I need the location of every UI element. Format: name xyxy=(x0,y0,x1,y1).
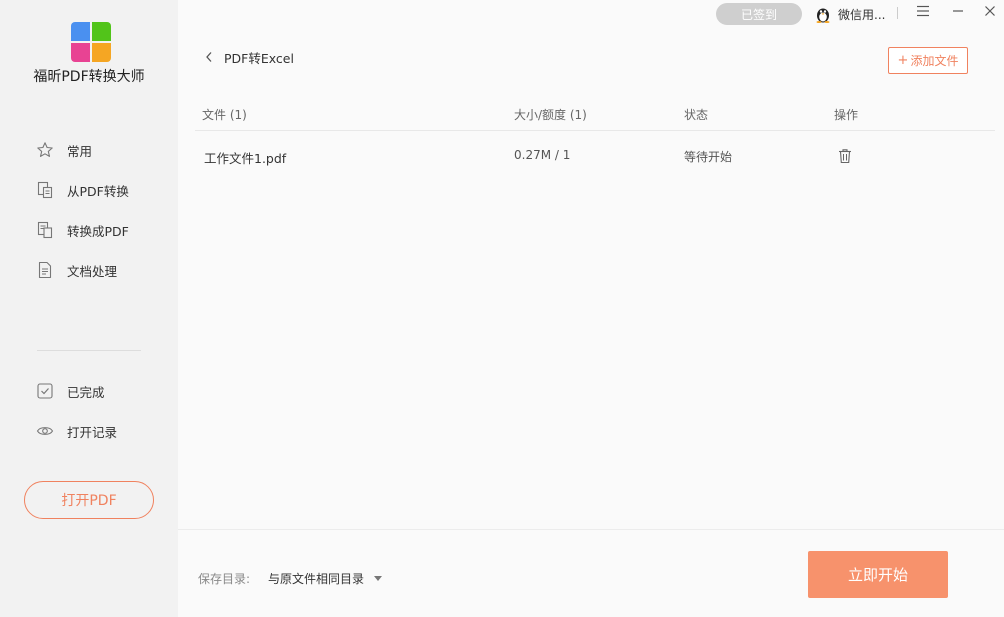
close-icon xyxy=(984,5,996,21)
close-button[interactable] xyxy=(978,2,1002,24)
sidebar-item-common[interactable]: 常用 xyxy=(36,139,92,161)
menu-button[interactable] xyxy=(911,2,935,24)
sidebar-item-from-pdf[interactable]: 从PDF转换 xyxy=(36,179,129,201)
user-account[interactable]: 微信用... xyxy=(814,3,885,25)
file-size: 0.27M / 1 xyxy=(514,148,571,162)
back-button[interactable]: PDF转Excel xyxy=(204,48,294,66)
sidebar-item-completed[interactable]: 已完成 xyxy=(36,380,105,402)
sidebar-item-label: 常用 xyxy=(67,143,93,159)
checkin-button[interactable]: 已签到 xyxy=(716,3,802,25)
save-directory-label: 保存目录: xyxy=(198,572,251,586)
column-header-size: 大小/额度 (1) xyxy=(514,108,587,122)
sidebar: 福昕PDF转换大师 常用 从PDF转换 转换成PDF 文档处理 已完成 打开记录… xyxy=(0,0,178,617)
sidebar-item-label: 已完成 xyxy=(67,384,105,400)
minimize-button[interactable] xyxy=(946,2,970,24)
app-logo xyxy=(71,22,111,62)
file-name: 工作文件1.pdf xyxy=(204,151,287,166)
chevron-left-icon xyxy=(204,51,214,63)
sidebar-item-label: 文档处理 xyxy=(67,263,118,279)
open-pdf-button[interactable]: 打开PDF xyxy=(24,481,154,519)
star-icon xyxy=(36,141,54,159)
file-status: 等待开始 xyxy=(684,150,733,164)
bottom-divider xyxy=(178,529,1004,530)
file-table-header: 文件 (1) 大小/额度 (1) 状态 操作 xyxy=(195,100,995,131)
save-directory-select[interactable]: 与原文件相同目录 xyxy=(268,569,383,587)
plus-icon: + xyxy=(897,53,909,68)
trash-icon[interactable] xyxy=(837,148,853,164)
sidebar-item-open-history[interactable]: 打开记录 xyxy=(36,420,117,442)
app-title: 福昕PDF转换大师 xyxy=(33,69,145,85)
hamburger-icon xyxy=(916,5,930,21)
sidebar-item-to-pdf[interactable]: 转换成PDF xyxy=(36,219,129,241)
column-header-status: 状态 xyxy=(684,108,709,122)
add-file-button[interactable]: + 添加文件 xyxy=(888,47,968,74)
add-file-label: 添加文件 xyxy=(910,54,959,68)
from-pdf-icon xyxy=(36,181,54,199)
column-header-action: 操作 xyxy=(834,108,859,122)
sidebar-item-label: 转换成PDF xyxy=(67,223,129,239)
minimize-icon xyxy=(952,5,964,21)
column-header-file: 文件 (1) xyxy=(202,108,247,122)
eye-icon xyxy=(36,422,54,440)
page-title: PDF转Excel xyxy=(224,50,294,66)
sidebar-item-label: 打开记录 xyxy=(67,424,118,440)
save-directory-value: 与原文件相同目录 xyxy=(268,571,365,586)
checked-box-icon xyxy=(36,382,54,400)
sidebar-item-label: 从PDF转换 xyxy=(67,183,129,199)
document-icon xyxy=(36,261,54,279)
user-name: 微信用... xyxy=(838,7,886,22)
sidebar-divider xyxy=(37,350,141,351)
table-row: 工作文件1.pdf 0.27M / 1 等待开始 xyxy=(195,140,995,172)
window-controls-divider xyxy=(897,7,898,19)
to-pdf-icon xyxy=(36,221,54,239)
sidebar-item-document[interactable]: 文档处理 xyxy=(36,259,117,281)
start-button[interactable]: 立即开始 xyxy=(808,551,948,598)
avatar xyxy=(814,5,832,23)
caret-down-icon xyxy=(374,575,383,581)
